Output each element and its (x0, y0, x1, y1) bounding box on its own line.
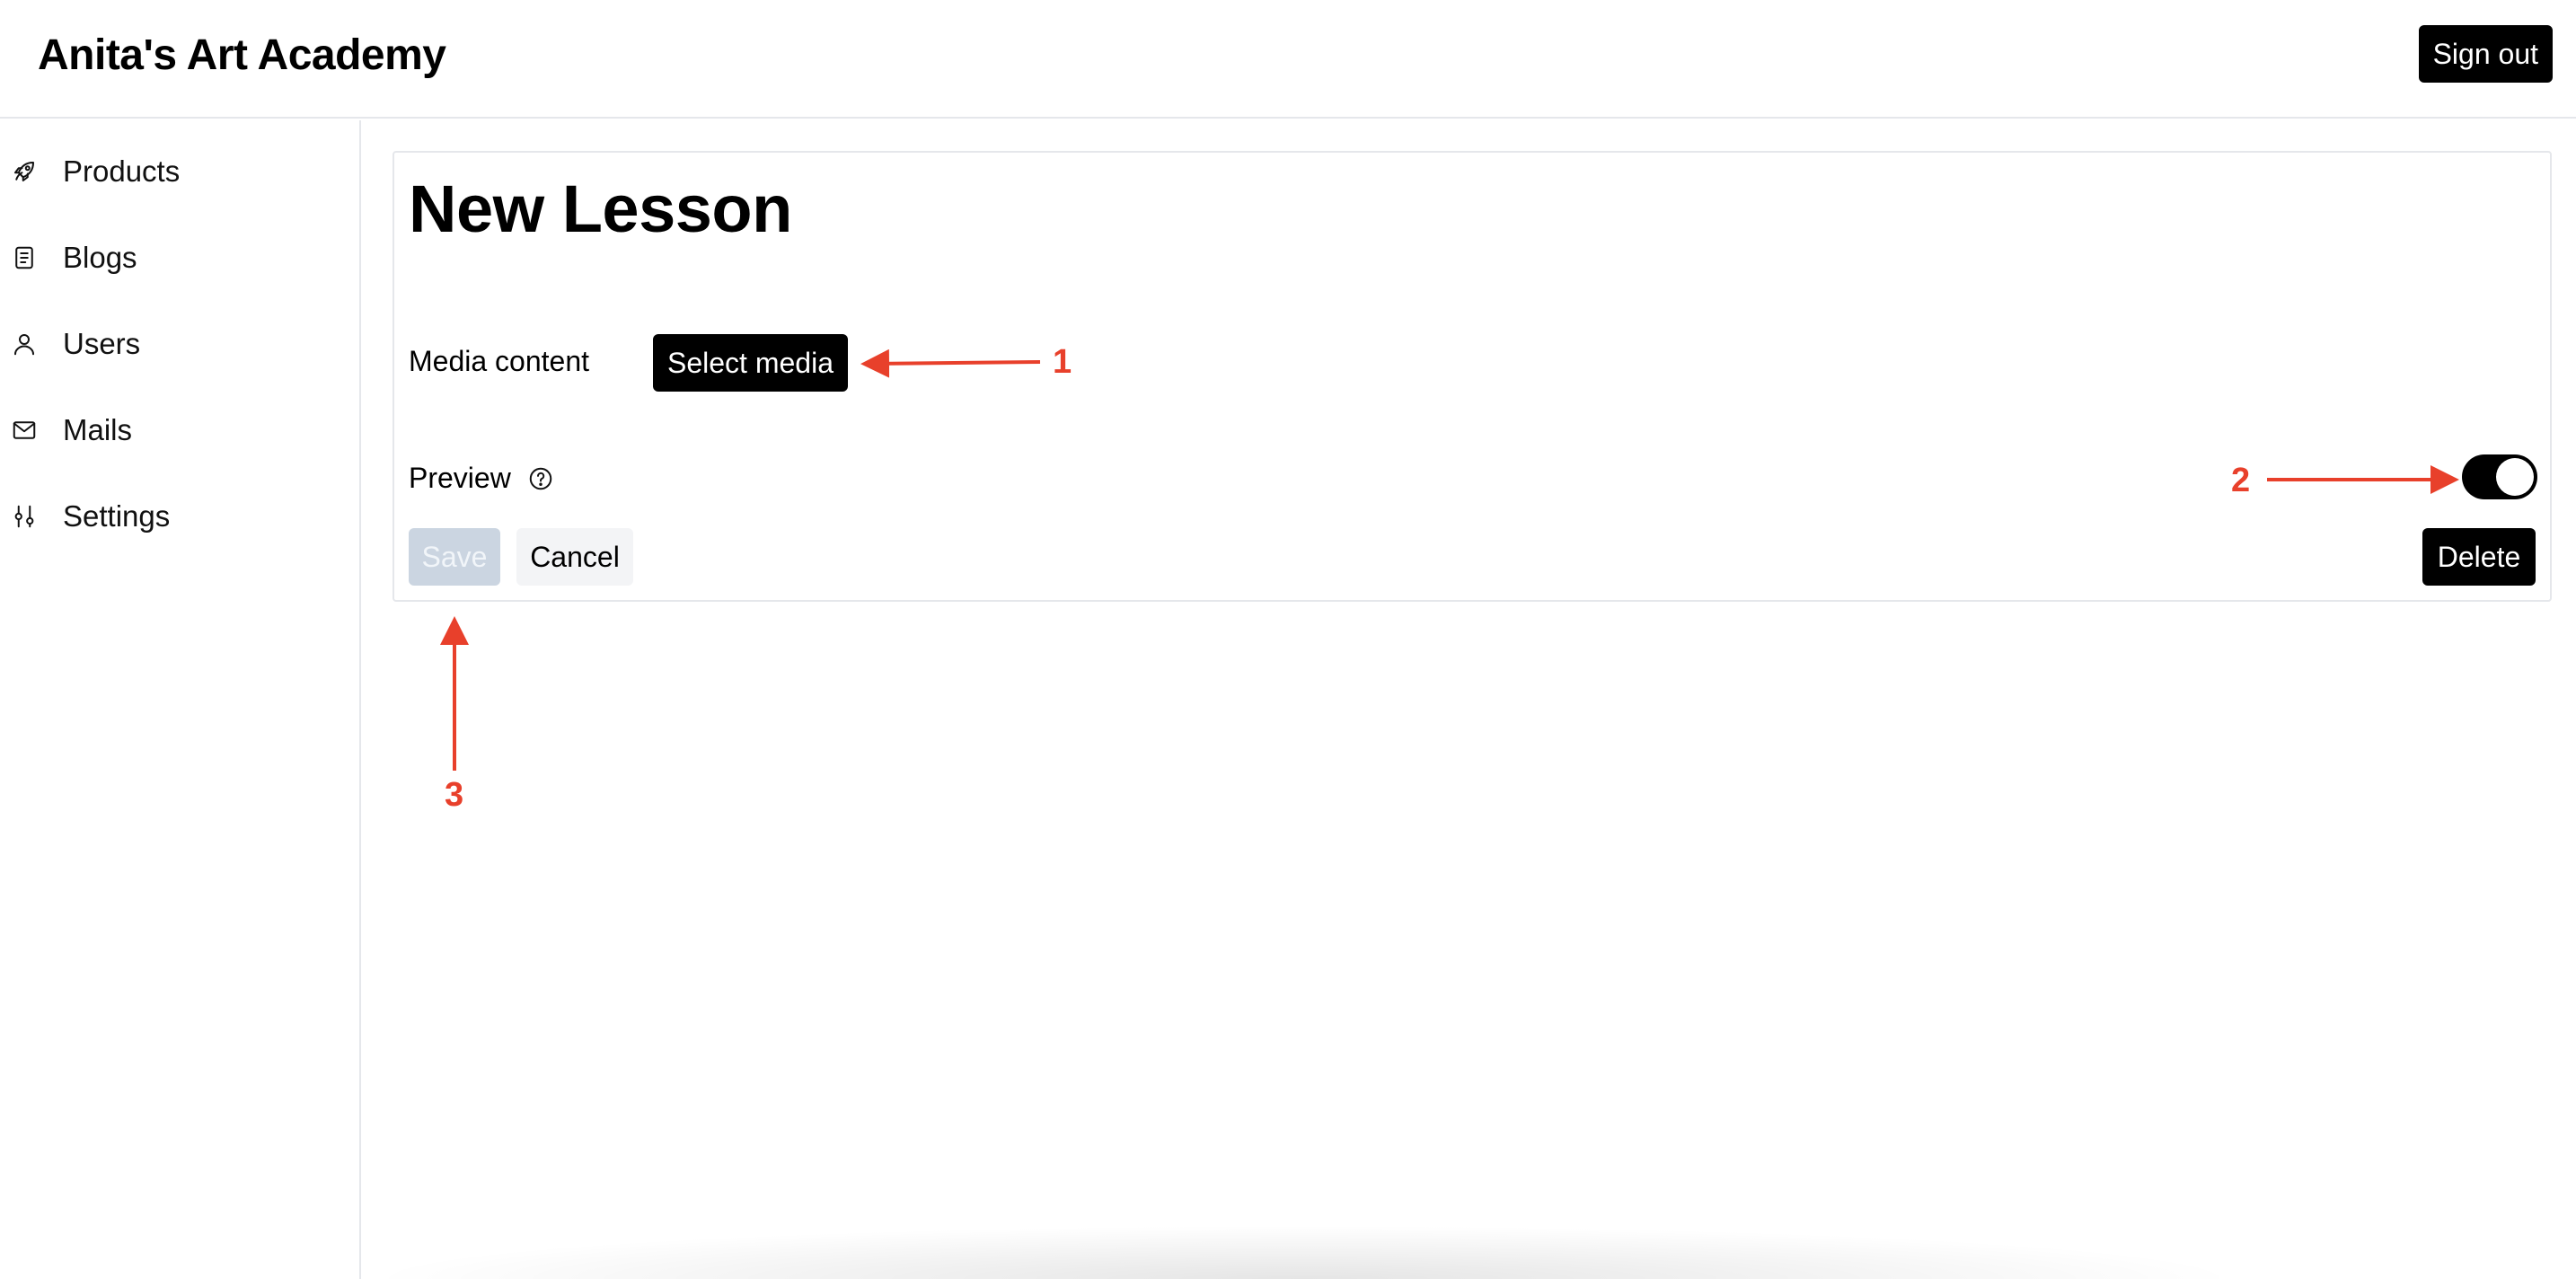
document-icon (11, 244, 38, 271)
sidebar-item-settings[interactable]: Settings (11, 491, 170, 542)
sign-out-button[interactable]: Sign out (2418, 25, 2553, 83)
sidebar-item-label: Settings (63, 499, 171, 533)
user-icon (11, 331, 38, 357)
sliders-icon (11, 503, 38, 530)
annotation-number-1: 1 (1053, 343, 1072, 381)
sidebar-item-blogs[interactable]: Blogs (11, 233, 137, 283)
delete-button[interactable]: Delete (2422, 528, 2536, 586)
media-content-label: Media content (409, 345, 590, 377)
page-title: New Lesson (409, 172, 792, 246)
preview-label: Preview (409, 462, 511, 494)
sidebar-item-mails[interactable]: Mails (11, 405, 132, 455)
app-brand[interactable]: Anita's Art Academy (38, 31, 446, 80)
bottom-shadow (361, 1225, 2247, 1279)
annotation-number-3: 3 (445, 776, 464, 814)
mail-icon (11, 417, 38, 444)
help-circle-icon[interactable] (527, 465, 554, 492)
sidebar-item-label: Products (63, 154, 181, 188)
sidebar-item-label: Mails (63, 413, 133, 446)
top-header: Anita's Art Academy Sign out (0, 0, 2576, 119)
preview-toggle[interactable] (2462, 454, 2537, 499)
sidebar-item-label: Users (63, 327, 141, 360)
select-media-button[interactable]: Select media (653, 334, 848, 392)
lesson-form-card: New Lesson Media content Select media Pr… (393, 151, 2552, 602)
save-button[interactable]: Save (409, 528, 500, 586)
annotation-number-2: 2 (2231, 462, 2251, 499)
toggle-knob (2496, 458, 2534, 496)
preview-field: Preview (409, 462, 554, 495)
sidebar-item-products[interactable]: Products (11, 146, 180, 197)
sidebar-item-users[interactable]: Users (11, 319, 140, 369)
sidebar-item-label: Blogs (63, 241, 137, 274)
cancel-button[interactable]: Cancel (516, 528, 633, 586)
rocket-icon (11, 158, 38, 185)
sidebar: Products Blogs Users Mails Settings (0, 120, 361, 1279)
